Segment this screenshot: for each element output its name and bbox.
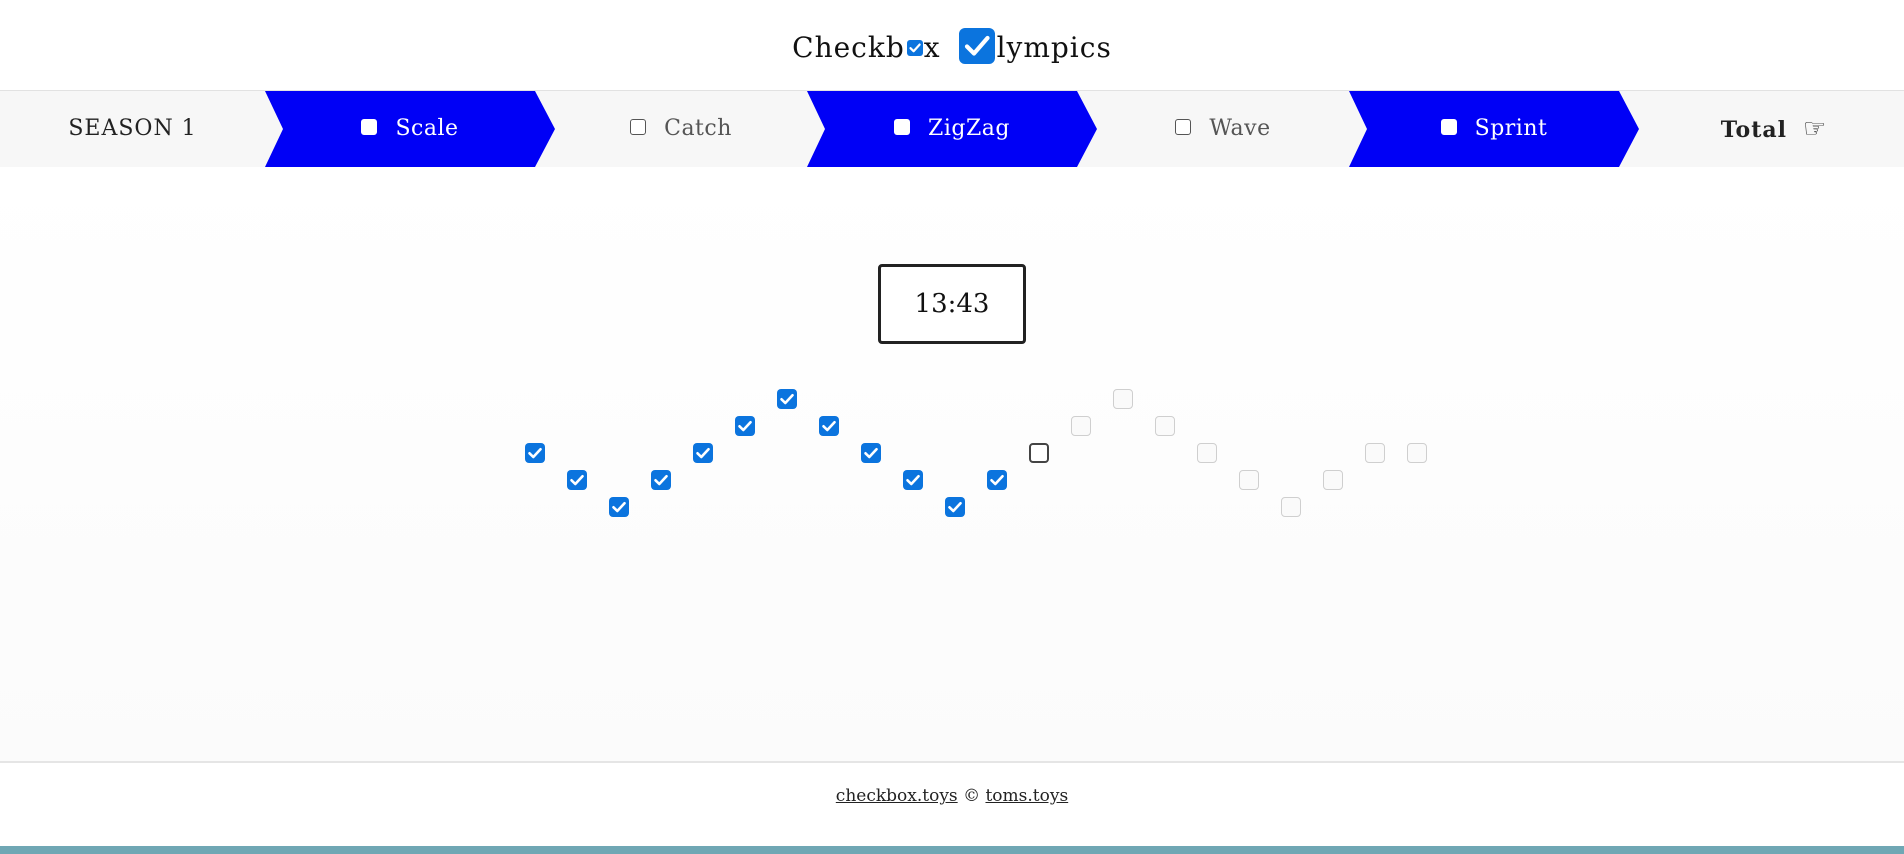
zigzag-checkbox[interactable] — [735, 416, 755, 436]
event-tab-catch[interactable]: Catch — [536, 91, 826, 167]
copyright-symbol: © — [963, 786, 981, 806]
zigzag-checkbox[interactable] — [693, 443, 713, 463]
zigzag-checkbox[interactable] — [945, 497, 965, 517]
game-area: 13:43 — [0, 167, 1904, 761]
zigzag-checkbox[interactable] — [1407, 443, 1427, 463]
event-tab-label: Wave — [1209, 116, 1271, 141]
tab-checkbox-icon — [630, 119, 647, 135]
event-tab-label: ZigZag — [928, 116, 1010, 141]
zigzag-checkbox[interactable] — [1281, 497, 1301, 517]
event-tab-label: Catch — [664, 116, 732, 141]
tab-checkbox-icon — [361, 119, 378, 135]
zigzag-checkbox[interactable] — [1197, 443, 1217, 463]
timer-display: 13:43 — [878, 264, 1026, 344]
title-part-2: x — [923, 30, 941, 64]
checkbox-toys-link[interactable]: checkbox.toys — [836, 786, 958, 806]
tab-checkbox-icon — [1440, 119, 1457, 135]
zigzag-checkbox[interactable] — [567, 470, 587, 490]
zigzag-checkbox[interactable] — [1113, 389, 1133, 409]
tab-checkbox-icon — [1175, 119, 1192, 135]
zigzag-checkbox[interactable] — [1323, 470, 1343, 490]
zigzag-checkbox[interactable] — [903, 470, 923, 490]
event-tab-label: Scale — [395, 116, 459, 141]
event-tab-zigzag[interactable]: ZigZag — [807, 91, 1097, 167]
event-tab-scale[interactable]: Scale — [265, 91, 555, 167]
zigzag-checkbox[interactable] — [987, 470, 1007, 490]
zigzag-checkbox[interactable] — [819, 416, 839, 436]
toms-toys-link[interactable]: toms.toys — [985, 786, 1068, 806]
header: Checkb x lympics — [0, 0, 1904, 90]
zigzag-checkbox[interactable] — [861, 443, 881, 463]
zigzag-checkbox[interactable] — [1365, 443, 1385, 463]
event-tab-sprint[interactable]: Sprint — [1349, 91, 1639, 167]
zigzag-checkbox[interactable] — [651, 470, 671, 490]
title-part-3: lympics — [996, 30, 1112, 64]
total-tab[interactable]: Total ☞ — [1644, 91, 1904, 167]
zigzag-checkbox[interactable] — [1071, 416, 1091, 436]
bottom-bar — [0, 846, 1904, 854]
event-tab-label: Sprint — [1474, 116, 1548, 141]
zigzag-checkbox[interactable] — [1029, 443, 1049, 463]
tab-checkbox-icon — [894, 119, 911, 135]
page-title: Checkb x lympics — [0, 26, 1904, 68]
zigzag-checkbox[interactable] — [525, 443, 545, 463]
total-label: Total — [1720, 117, 1787, 143]
footer: checkbox.toys © toms.toys — [0, 761, 1904, 848]
pointing-hand-icon: ☞ — [1802, 114, 1828, 144]
title-mini-checkbox-icon — [906, 39, 923, 56]
zigzag-checkbox[interactable] — [609, 497, 629, 517]
title-part-1: Checkb — [792, 30, 905, 64]
event-nav: SEASON 1 Scale Catch ZigZag Wave Sprint … — [0, 90, 1904, 168]
zigzag-checkbox[interactable] — [1155, 416, 1175, 436]
zigzag-checkbox[interactable] — [777, 389, 797, 409]
title-big-checkbox-icon — [958, 27, 995, 64]
zigzag-checkbox[interactable] — [1239, 470, 1259, 490]
event-tab-wave[interactable]: Wave — [1078, 91, 1368, 167]
season-label: SEASON 1 — [68, 116, 197, 141]
